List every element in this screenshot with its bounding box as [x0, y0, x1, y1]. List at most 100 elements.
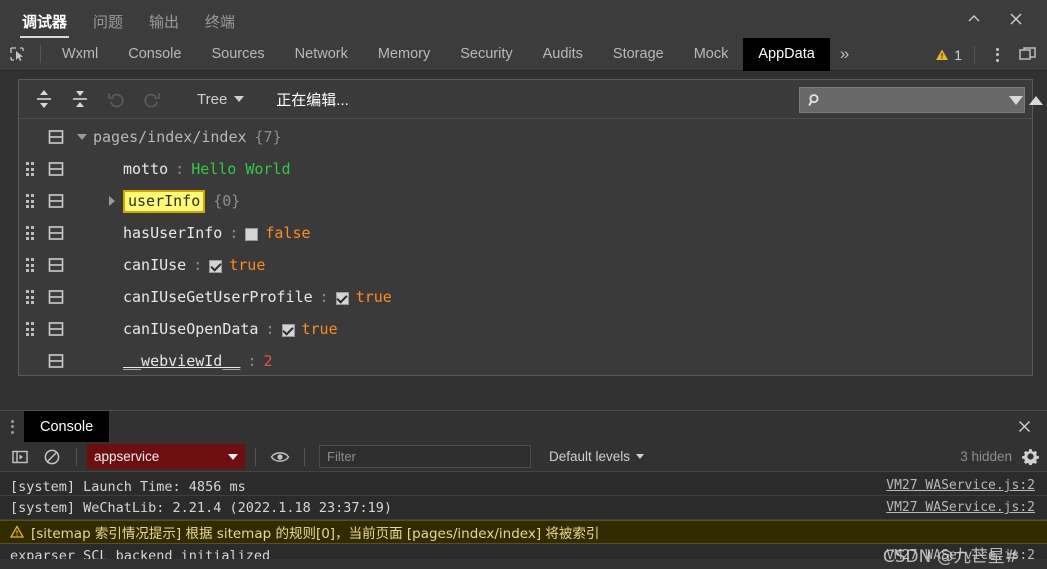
tab-wxml[interactable]: Wxml: [47, 38, 113, 71]
divider: [304, 447, 305, 466]
chevron-down-icon: [234, 96, 245, 102]
chevron-down-icon[interactable]: [1009, 95, 1023, 105]
console-drawer: Console appservice Filter Default levels…: [0, 410, 1047, 569]
tree-colon: :: [175, 160, 185, 178]
appdata-search-input[interactable]: [823, 92, 1005, 108]
divider: [40, 45, 41, 63]
tree-value-boolean[interactable]: true: [302, 320, 338, 338]
undo-icon: [99, 84, 133, 114]
console-toolbar: appservice Default levels 3 hidden: [0, 442, 1047, 472]
console-message-row-warning[interactable]: [sitemap 索引情况提示] 根据 sitemap 的规则[0]，当前页面 …: [0, 520, 1047, 544]
tab-sources[interactable]: Sources: [196, 38, 279, 71]
console-message-text: [system] Launch Time: 4856 ms: [10, 479, 246, 495]
chevron-down-icon: [228, 453, 238, 460]
tree-value-boolean[interactable]: true: [356, 288, 392, 306]
tree-row-motto[interactable]: motto : Hello World: [19, 153, 1032, 185]
tab-security[interactable]: Security: [445, 38, 527, 71]
tab-network[interactable]: Network: [280, 38, 363, 71]
view-mode-select[interactable]: Tree: [197, 91, 245, 108]
drag-handle-icon[interactable]: [19, 226, 41, 240]
tree-key[interactable]: canIUseOpenData: [123, 320, 258, 338]
tree-key[interactable]: canIUse: [123, 256, 186, 274]
console-levels-label: Default levels: [549, 449, 631, 464]
drag-handle-icon[interactable]: [19, 162, 41, 176]
console-message-row[interactable]: [system] Launch Time: 4856 ms VM27 WASer…: [0, 472, 1047, 496]
tree-key[interactable]: motto: [123, 160, 168, 178]
kebab-menu-icon[interactable]: [987, 44, 1007, 66]
divider: [974, 45, 975, 64]
drag-handle-icon[interactable]: [19, 290, 41, 304]
appdata-search-box[interactable]: [799, 87, 1043, 113]
close-icon[interactable]: [1016, 411, 1033, 442]
tree-value-boolean[interactable]: true: [229, 256, 265, 274]
search-icon: [808, 93, 823, 108]
twisty-expanded-icon[interactable]: [71, 134, 93, 140]
console-message-source[interactable]: VM27 WAService.js:2: [886, 478, 1035, 493]
tab-storage[interactable]: Storage: [598, 38, 679, 71]
collapse-all-icon[interactable]: [63, 84, 97, 114]
devtools-window: 调试器 问题 输出 终端 Wxml Console Sources Networ…: [0, 0, 1047, 569]
tree-child-count: {7}: [254, 128, 282, 146]
tree-row-caniuseopendata[interactable]: canIUseOpenData : true: [19, 313, 1032, 345]
tree-row-caniuse[interactable]: canIUse : true: [19, 249, 1032, 281]
tree-row-webviewid[interactable]: __webviewId__ : 2: [19, 345, 1032, 375]
chevron-up-icon[interactable]: [1029, 95, 1043, 105]
tab-appdata[interactable]: AppData: [743, 37, 830, 71]
warning-count: 1: [954, 46, 962, 63]
tree-row-caniusegetuserprofile[interactable]: canIUseGetUserProfile : true: [19, 281, 1032, 313]
console-levels-select[interactable]: Default levels: [549, 449, 645, 464]
tree-value-checkbox[interactable]: [209, 259, 223, 273]
tab-memory[interactable]: Memory: [363, 38, 445, 71]
tree-key[interactable]: canIUseGetUserProfile: [123, 288, 313, 306]
chevron-down-icon: [636, 454, 645, 459]
clear-console-icon[interactable]: [6, 444, 34, 470]
devtools-status-area: 1: [935, 38, 1041, 71]
window-tab-problems[interactable]: 问题: [93, 15, 123, 38]
eye-icon[interactable]: [266, 444, 294, 470]
tree-value-checkbox[interactable]: [245, 227, 259, 241]
appdata-panel: Tree 正在编辑... pages/index/index {7} motto…: [18, 79, 1043, 376]
tree-key-editing-input[interactable]: userInfo: [123, 189, 206, 213]
frame-icon: [41, 193, 71, 209]
tab-mock[interactable]: Mock: [679, 38, 744, 71]
window-tab-terminal[interactable]: 终端: [205, 15, 235, 38]
drag-handle-icon[interactable]: [19, 322, 41, 336]
more-tabs-icon[interactable]: »: [830, 44, 859, 64]
close-icon[interactable]: [1003, 6, 1029, 32]
console-message-source[interactable]: VM27 WAService.js:2: [886, 500, 1035, 515]
drag-handle-icon[interactable]: [19, 194, 41, 208]
console-context-select[interactable]: appservice: [87, 444, 245, 469]
kebab-menu-icon[interactable]: [0, 419, 24, 434]
console-filter-box[interactable]: [319, 445, 531, 468]
dock-panel-icon[interactable]: [1013, 42, 1041, 68]
tab-console[interactable]: Console: [113, 38, 196, 71]
divider: [255, 447, 256, 466]
inspect-element-icon[interactable]: [0, 38, 34, 71]
appdata-panel-wrapper: Tree 正在编辑... pages/index/index {7} motto…: [0, 71, 1047, 443]
tree-row-root[interactable]: pages/index/index {7}: [19, 121, 1032, 153]
tree-value-string[interactable]: Hello World: [191, 160, 290, 178]
tab-audits[interactable]: Audits: [528, 38, 598, 71]
tree-key[interactable]: hasUserInfo: [123, 224, 222, 242]
console-message-row[interactable]: [system] WeChatLib: 2.21.4 (2022.1.18 23…: [0, 496, 1047, 520]
expand-all-icon[interactable]: [27, 84, 61, 114]
warning-badge[interactable]: 1: [935, 47, 962, 63]
tree-value-checkbox[interactable]: [335, 291, 349, 305]
window-tab-debugger[interactable]: 调试器: [19, 15, 70, 38]
frame-icon: [41, 321, 71, 337]
console-filter-input[interactable]: [327, 449, 523, 464]
drawer-tab-console[interactable]: Console: [24, 411, 110, 442]
drag-handle-icon[interactable]: [19, 258, 41, 272]
console-message-text: [sitemap 索引情况提示] 根据 sitemap 的规则[0]，当前页面 …: [31, 526, 600, 542]
tree-value-checkbox[interactable]: [281, 323, 295, 337]
tree-key: __webviewId__: [123, 352, 241, 370]
tree-row-hasuserinfo[interactable]: hasUserInfo : false: [19, 217, 1032, 249]
gear-icon[interactable]: [1022, 448, 1039, 465]
tree-value-boolean[interactable]: false: [265, 224, 310, 242]
tree-row-userinfo[interactable]: userInfo {0}: [19, 185, 1032, 217]
twisty-collapsed-icon[interactable]: [101, 196, 123, 206]
chevron-up-icon[interactable]: [961, 6, 987, 32]
window-tab-output[interactable]: 输出: [149, 15, 179, 38]
no-entry-icon[interactable]: [38, 444, 66, 470]
frame-icon: [41, 289, 71, 305]
